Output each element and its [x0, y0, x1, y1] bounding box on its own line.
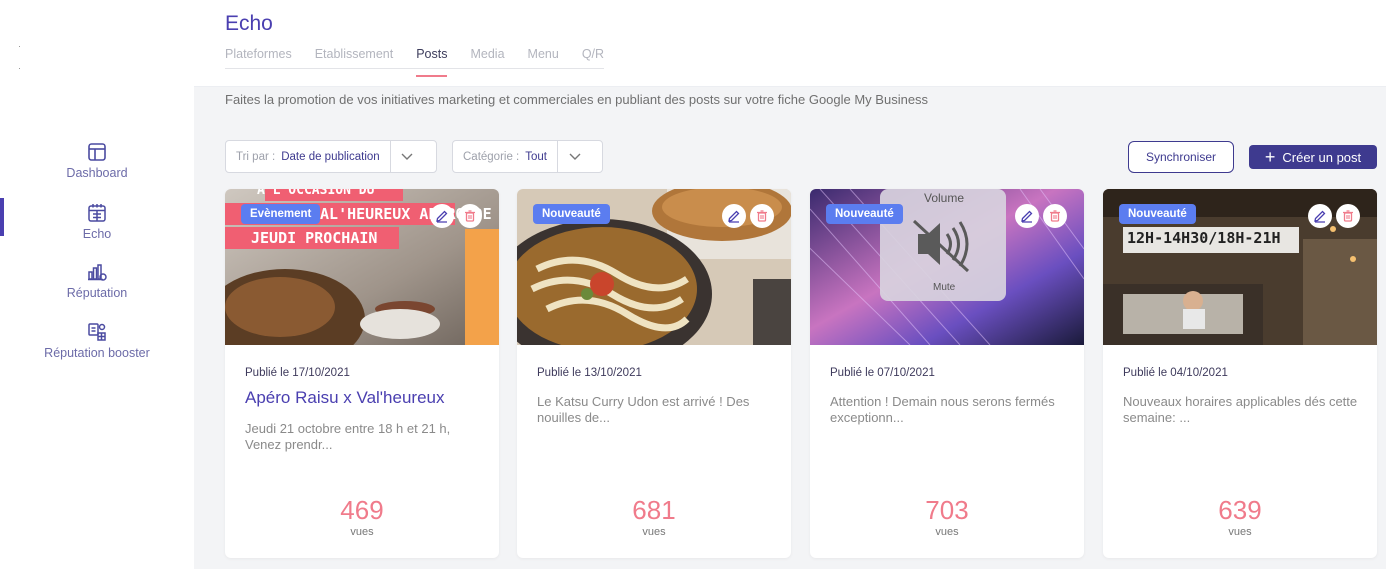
pencil-icon [1314, 210, 1326, 223]
post-snippet: Jeudi 21 octobre entre 18 h et 21 h, Ven… [245, 421, 451, 452]
sidebar-mark [19, 46, 20, 47]
category-badge[interactable]: Nouveauté [533, 204, 610, 224]
post-snippet: Le Katsu Curry Udon est arrivé ! Des nou… [537, 394, 750, 425]
sort-value: Date de publication [281, 150, 380, 163]
post-snippet: Nouveaux horaires applicables dés cette … [1123, 394, 1358, 425]
views-count: 681 [632, 495, 676, 525]
sidebar-mark [19, 68, 20, 69]
post-date: Publié le 07/10/2021 [830, 367, 935, 379]
page-title: Echo [225, 12, 273, 35]
views-count: 469 [340, 495, 384, 525]
post-card[interactable]: Volume Mute Nouveauté Publié le 07/10/20… [810, 189, 1084, 558]
category-badge[interactable]: Nouveauté [1119, 204, 1196, 224]
page-header: Echo Plateformes Etablissement Posts Med… [194, 0, 1386, 87]
page-description: Faites la promotion de vos initiatives m… [225, 92, 929, 107]
reputation-icon [86, 261, 108, 283]
views-count: 703 [925, 495, 969, 525]
sidebar-item-label: Réputation booster [44, 346, 150, 360]
image-caption-line: 12H-14H30/18H-21H [1127, 229, 1281, 247]
sidebar-item-reputation[interactable]: Réputation [0, 261, 194, 300]
category-select[interactable]: Catégorie : Tout [452, 140, 603, 173]
sort-select[interactable]: Tri par : Date de publication [225, 140, 437, 173]
plus-icon: + [1264, 147, 1276, 167]
reputation-booster-icon [86, 321, 108, 343]
trash-icon [1343, 210, 1353, 222]
tab-plateformes[interactable]: Plateformes [225, 47, 292, 68]
pencil-icon [436, 210, 448, 223]
post-card[interactable]: 12H-14H30/18H-21H Nouveauté Publié le 04… [1103, 189, 1377, 558]
sidebar-item-dashboard[interactable]: Dashboard [0, 141, 194, 180]
views-count: 639 [1218, 495, 1262, 525]
sidebar-item-echo[interactable]: Echo [0, 202, 194, 241]
tab-menu[interactable]: Menu [528, 47, 559, 68]
sidebar-item-reputation-booster[interactable]: Réputation booster [0, 321, 194, 360]
post-date: Publié le 04/10/2021 [1123, 367, 1228, 379]
trash-icon [757, 210, 767, 222]
delete-button[interactable] [750, 204, 774, 228]
views-label: vues [1228, 526, 1252, 538]
sort-label: Tri par : [236, 150, 276, 163]
pencil-icon [1021, 210, 1033, 223]
create-post-label: Créer un post [1282, 149, 1362, 165]
sidebar-item-label: Echo [82, 227, 112, 241]
image-caption-line: JEUDI PROCHAIN [251, 229, 378, 247]
tab-etablissement[interactable]: Etablissement [315, 47, 394, 68]
category-badge[interactable]: Evènement [241, 204, 321, 224]
trash-icon [465, 210, 475, 222]
image-caption-line: A L'OCCASION DU [257, 189, 375, 198]
category-label: Catégorie : [463, 150, 520, 163]
edit-button[interactable] [430, 204, 454, 228]
category-value: Tout [525, 150, 548, 163]
image-caption-line: Mute [933, 282, 956, 293]
trash-icon [1050, 210, 1060, 222]
image-caption-line: Volume [924, 191, 965, 205]
delete-button[interactable] [1043, 204, 1067, 228]
delete-button[interactable] [458, 204, 482, 228]
chevron-down-icon[interactable] [389, 141, 424, 172]
views-label: vues [350, 526, 374, 538]
edit-button[interactable] [722, 204, 746, 228]
views-label: vues [935, 526, 959, 538]
post-date: Publié le 13/10/2021 [537, 367, 642, 379]
layout-icon [86, 141, 108, 163]
sidebar-item-label: Réputation [66, 286, 128, 300]
post-snippet: Attention ! Demain nous serons fermés ex… [830, 394, 1055, 425]
sidebar: Dashboard Echo Réputation Réputation boo… [0, 0, 194, 569]
pencil-icon [728, 210, 740, 223]
chevron-down-icon[interactable] [557, 141, 591, 172]
sidebar-item-label: Dashboard [66, 166, 128, 180]
category-badge[interactable]: Nouveauté [826, 204, 903, 224]
tab-media[interactable]: Media [470, 47, 504, 68]
tab-bar: Plateformes Etablissement Posts Media Me… [225, 47, 605, 77]
post-card[interactable]: Nouveauté Publié le 13/10/2021 Le Katsu … [517, 189, 791, 558]
calendar-icon [86, 202, 108, 224]
tab-qr[interactable]: Q/R [582, 47, 604, 68]
post-card[interactable]: A L'OCCASION DU VAL'HEUREUX APÉRO DE JEU… [225, 189, 499, 558]
edit-button[interactable] [1308, 204, 1332, 228]
sync-button[interactable]: Synchroniser [1128, 141, 1234, 173]
post-date: Publié le 17/10/2021 [245, 367, 350, 379]
create-post-button[interactable]: + Créer un post [1249, 145, 1377, 169]
delete-button[interactable] [1336, 204, 1360, 228]
edit-button[interactable] [1015, 204, 1039, 228]
tab-posts[interactable]: Posts [416, 47, 448, 77]
post-title[interactable]: Apéro Raisu x Val'heureux [245, 388, 444, 408]
views-label: vues [642, 526, 666, 538]
